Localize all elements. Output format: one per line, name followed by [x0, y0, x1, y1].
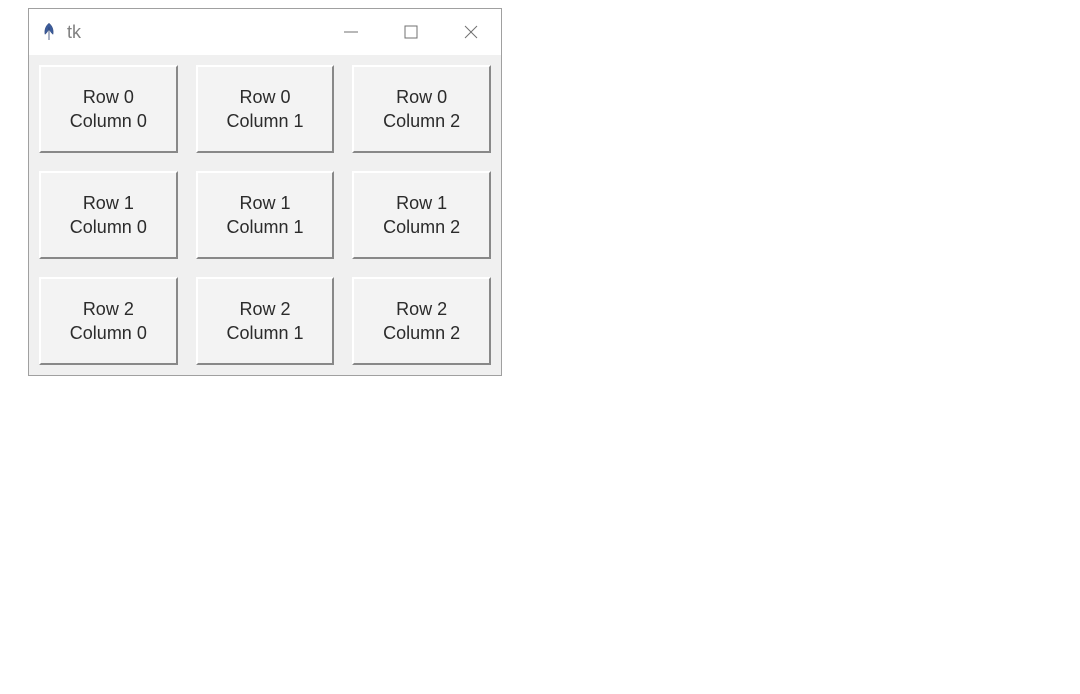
- grid-button-line1: Row 0: [396, 85, 447, 109]
- grid-button-2-1[interactable]: Row 2 Column 1: [196, 277, 335, 365]
- grid-button-0-0[interactable]: Row 0 Column 0: [39, 65, 178, 153]
- close-button[interactable]: [441, 9, 501, 55]
- feather-icon: [39, 20, 59, 44]
- grid-button-line1: Row 1: [83, 191, 134, 215]
- grid-button-line2: Column 1: [226, 321, 303, 345]
- grid-button-line1: Row 0: [83, 85, 134, 109]
- grid-button-line2: Column 1: [226, 215, 303, 239]
- grid-button-line2: Column 0: [70, 321, 147, 345]
- titlebar[interactable]: tk: [29, 9, 501, 55]
- minimize-button[interactable]: [321, 9, 381, 55]
- grid-button-1-0[interactable]: Row 1 Column 0: [39, 171, 178, 259]
- grid-button-2-2[interactable]: Row 2 Column 2: [352, 277, 491, 365]
- grid-button-line1: Row 2: [239, 297, 290, 321]
- grid-button-line1: Row 1: [396, 191, 447, 215]
- grid-button-0-1[interactable]: Row 0 Column 1: [196, 65, 335, 153]
- maximize-button[interactable]: [381, 9, 441, 55]
- grid-button-line1: Row 0: [239, 85, 290, 109]
- client-area: Row 0 Column 0 Row 0 Column 1 Row 0 Colu…: [29, 55, 501, 375]
- grid-button-line1: Row 1: [239, 191, 290, 215]
- grid-button-line1: Row 2: [83, 297, 134, 321]
- grid-button-line2: Column 2: [383, 215, 460, 239]
- app-window: tk Row 0: [28, 8, 502, 376]
- grid-button-0-2[interactable]: Row 0 Column 2: [352, 65, 491, 153]
- window-title: tk: [67, 22, 81, 43]
- button-grid: Row 0 Column 0 Row 0 Column 1 Row 0 Colu…: [39, 65, 491, 365]
- grid-button-1-1[interactable]: Row 1 Column 1: [196, 171, 335, 259]
- window-controls: [321, 9, 501, 55]
- grid-button-line1: Row 2: [396, 297, 447, 321]
- grid-button-line2: Column 2: [383, 321, 460, 345]
- grid-button-line2: Column 2: [383, 109, 460, 133]
- grid-button-2-0[interactable]: Row 2 Column 0: [39, 277, 178, 365]
- grid-button-line2: Column 0: [70, 215, 147, 239]
- grid-button-1-2[interactable]: Row 1 Column 2: [352, 171, 491, 259]
- grid-button-line2: Column 0: [70, 109, 147, 133]
- grid-button-line2: Column 1: [226, 109, 303, 133]
